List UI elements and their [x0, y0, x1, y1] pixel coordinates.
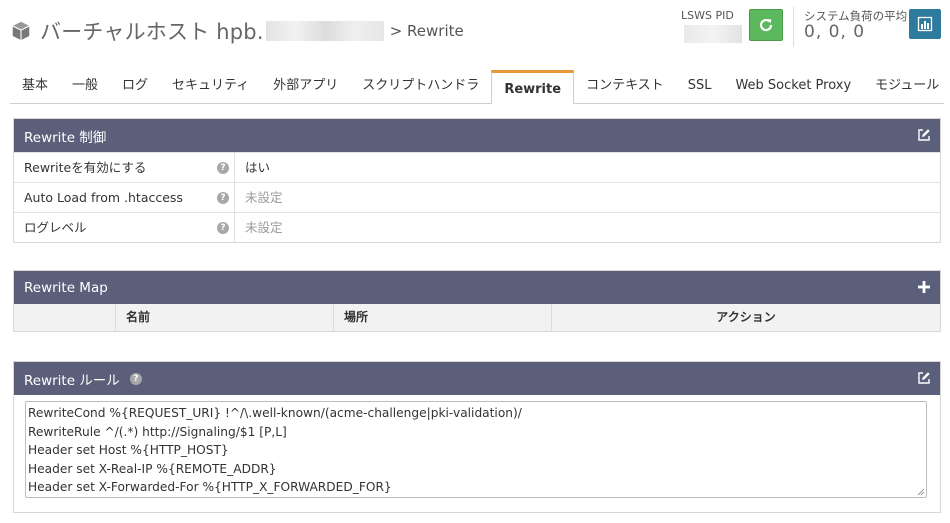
edit-icon [918, 129, 930, 141]
setting-label: ログレベル [24, 220, 87, 235]
pid-label: LSWS PID [681, 9, 734, 22]
panel-header: Rewrite ルール ? [14, 362, 940, 395]
panel-header: Rewrite 制御 [14, 119, 940, 152]
panel-title: Rewrite ルール [24, 372, 120, 389]
tab-bar: 基本 一般 ログ セキュリティ 外部アプリ スクリプトハンドラ Rewrite … [10, 70, 944, 105]
redacted-pid [684, 25, 742, 43]
setting-row: Auto Load from .htaccess ? 未設定 [14, 182, 940, 212]
tab-modules[interactable]: モジュール [863, 70, 950, 102]
column-name: 名前 [115, 304, 333, 331]
redacted-hostname [265, 21, 384, 41]
tab-general[interactable]: 一般 [60, 70, 110, 102]
tab-ssl[interactable]: SSL [676, 70, 724, 102]
edit-icon [918, 372, 930, 384]
setting-row: ログレベル ? 未設定 [14, 212, 940, 242]
panel-header: Rewrite Map [14, 271, 940, 304]
rewrite-map-panel: Rewrite Map 名前 場所 アクション [13, 270, 941, 332]
help-icon[interactable]: ? [129, 372, 142, 385]
table-header: 名前 場所 アクション [14, 304, 940, 331]
refresh-icon [759, 18, 773, 32]
help-icon: ? [217, 191, 229, 204]
stats-button[interactable] [909, 9, 941, 39]
setting-label: Rewriteを有効にする [24, 160, 147, 175]
setting-value: 未設定 [234, 213, 940, 242]
panel-title: Rewrite 制御 [24, 129, 107, 146]
plus-icon [918, 281, 930, 293]
load-average-value: 0, 0, 0 [804, 22, 866, 42]
tab-basic[interactable]: 基本 [10, 70, 60, 102]
add-button[interactable] [916, 279, 932, 295]
setting-label: Auto Load from .htaccess [24, 190, 183, 205]
setting-value: 未設定 [234, 183, 940, 212]
panel-title: Rewrite Map [24, 279, 108, 296]
tab-security[interactable]: セキュリティ [160, 70, 261, 102]
cube-icon [12, 21, 30, 41]
tab-context[interactable]: コンテキスト [574, 70, 676, 102]
column-action: アクション [551, 304, 940, 331]
rewrite-control-panel: Rewrite 制御 Rewriteを有効にする ? はい Auto Load … [13, 118, 941, 243]
help-button[interactable]: ? [212, 183, 234, 212]
help-icon: ? [217, 161, 229, 174]
restart-button[interactable] [749, 9, 783, 41]
page-header: バーチャルホスト hpb. > Rewrite [10, 14, 464, 48]
tab-log[interactable]: ログ [110, 70, 160, 102]
bar-chart-icon [917, 16, 933, 32]
edit-button[interactable] [916, 370, 932, 386]
help-button[interactable]: ? [212, 213, 234, 242]
setting-row: Rewriteを有効にする ? はい [14, 152, 940, 182]
tab-rewrite[interactable]: Rewrite [491, 70, 575, 105]
column-location: 場所 [333, 304, 551, 331]
resize-grip-icon[interactable] [917, 488, 925, 496]
table-header-spacer [14, 304, 115, 331]
tab-external-app[interactable]: 外部アプリ [261, 70, 350, 102]
edit-button[interactable] [916, 127, 932, 143]
help-button[interactable]: ? [212, 153, 234, 182]
help-icon: ? [217, 221, 229, 234]
tab-script-handler[interactable]: スクリプトハンドラ [350, 70, 491, 102]
breadcrumb: > Rewrite [389, 22, 464, 40]
header-divider [793, 7, 794, 47]
tab-websocket-proxy[interactable]: Web Socket Proxy [723, 70, 863, 102]
page-title: バーチャルホスト hpb. [40, 20, 264, 44]
setting-value: はい [234, 153, 940, 182]
rewrite-rules-textarea[interactable]: RewriteCond %{REQUEST_URI} !^/\.well-kno… [25, 401, 927, 498]
